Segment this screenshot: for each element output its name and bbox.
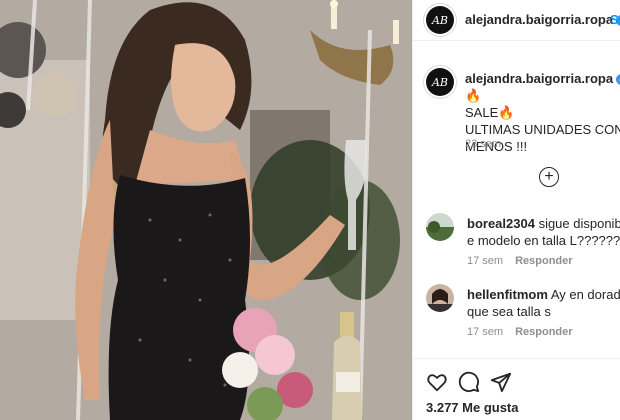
post-actions: 3.277 Me gusta — [413, 358, 620, 420]
comment-item: hellenfitmom Ay en dorado que sea talla … — [413, 284, 620, 344]
username-text: alejandra.baigorria.ropa — [465, 12, 614, 27]
heart-icon[interactable] — [426, 371, 448, 393]
post-header: AB alejandra.baigorria.ropa✓ Se — [413, 0, 620, 41]
comment-text: hellenfitmom Ay en dorado que sea talla … — [467, 286, 620, 320]
avatar-monogram: AB — [431, 13, 449, 27]
avatar-monogram: AB — [431, 75, 449, 89]
verified-badge-icon: ✓ — [616, 74, 620, 86]
caption-avatar[interactable]: AB — [426, 68, 454, 96]
post-photo[interactable] — [0, 0, 412, 420]
commenter-avatar[interactable] — [426, 284, 454, 312]
comment-text: boreal2304 sigue disponible e modelo en … — [467, 215, 620, 249]
reply-button[interactable]: Responder — [515, 326, 572, 338]
comment-icon[interactable] — [458, 371, 480, 393]
person-avatar-icon — [426, 284, 454, 312]
follow-button[interactable]: Se — [610, 12, 620, 27]
landscape-avatar-icon — [426, 213, 454, 241]
comment-username[interactable]: boreal2304 — [467, 216, 535, 231]
reply-button[interactable]: Responder — [515, 255, 572, 267]
comment-username[interactable]: hellenfitmom — [467, 287, 548, 302]
likes-count[interactable]: 3.277 Me gusta — [426, 400, 519, 415]
fire-emoji-icon: 🔥 — [465, 88, 482, 103]
commenter-avatar[interactable] — [426, 213, 454, 241]
comment-time[interactable]: 17 sem — [467, 326, 503, 338]
comment-time[interactable]: 17 sem — [467, 255, 503, 267]
header-username[interactable]: alejandra.baigorria.ropa✓ — [465, 12, 620, 27]
comment-meta: 17 sem Responder — [467, 326, 573, 338]
plus-glyph: + — [544, 168, 554, 185]
caption-username[interactable]: alejandra.baigorria.ropa — [465, 71, 613, 86]
photo-illustration — [0, 0, 412, 420]
comment-item: boreal2304 sigue disponible e modelo en … — [413, 213, 620, 273]
plus-circle-icon[interactable]: + — [539, 167, 559, 187]
caption-timestamp[interactable]: 23 sem — [465, 138, 501, 150]
post-side-panel: AB alejandra.baigorria.ropa✓ Se AB aleja… — [412, 0, 620, 420]
fire-emoji-icon: 🔥 — [498, 105, 515, 120]
comment-meta: 17 sem Responder — [467, 255, 573, 267]
profile-avatar[interactable]: AB — [426, 6, 454, 34]
caption-prefix: SALE — [465, 105, 499, 120]
share-icon[interactable] — [490, 371, 512, 393]
